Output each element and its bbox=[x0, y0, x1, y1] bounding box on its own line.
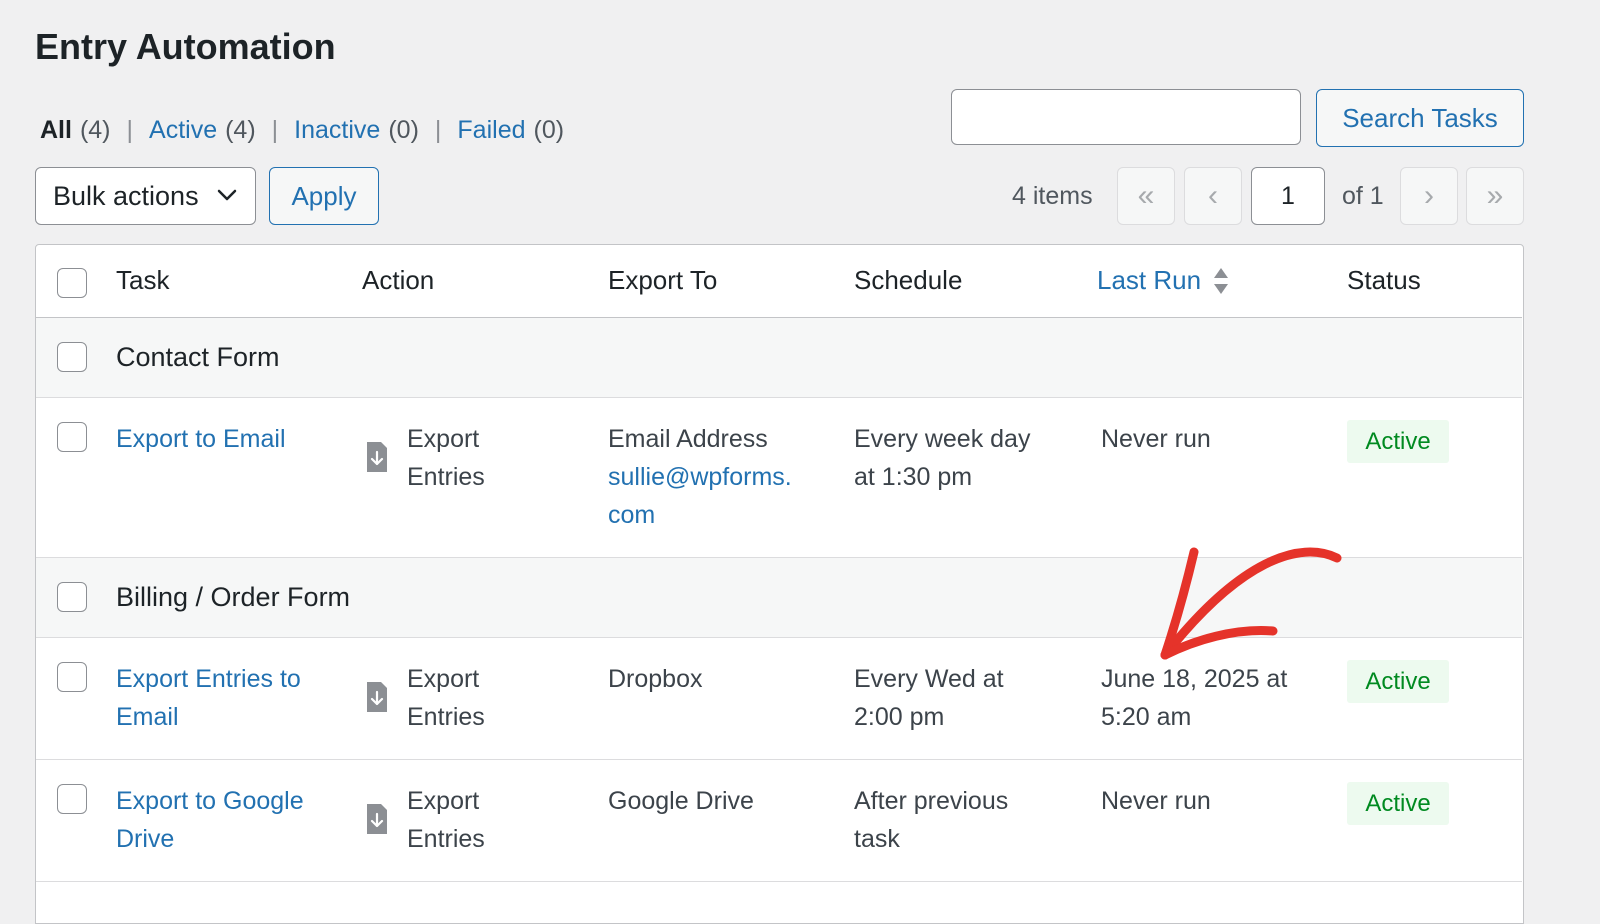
filter-failed-count: (0) bbox=[533, 116, 565, 144]
filter-all-count: (4) bbox=[79, 116, 111, 144]
column-last-run[interactable]: Last Run bbox=[1097, 265, 1229, 296]
table-row: Export to Google Drive Export Entries Go… bbox=[36, 760, 1522, 882]
apply-button[interactable]: Apply bbox=[269, 167, 379, 225]
bulk-actions-select[interactable]: Bulk actions bbox=[35, 167, 256, 225]
table-header: Task Action Export To Schedule Last Run … bbox=[36, 245, 1522, 318]
action-line: Entries bbox=[407, 825, 485, 853]
total-pages: of 1 bbox=[1342, 182, 1384, 210]
action-line: Export bbox=[407, 787, 480, 815]
row-checkbox[interactable] bbox=[57, 422, 87, 452]
document-download-icon bbox=[367, 804, 387, 834]
column-export-to: Export To bbox=[608, 265, 718, 295]
prev-page-button[interactable]: ‹ bbox=[1184, 167, 1242, 225]
last-run-line: June 18, 2025 at bbox=[1101, 665, 1288, 693]
chevron-down-icon bbox=[217, 189, 237, 201]
filter-inactive[interactable]: Inactive bbox=[294, 116, 380, 145]
document-download-icon bbox=[367, 442, 387, 472]
last-run-text: June 18, 2025 at 5:20 am bbox=[1101, 660, 1287, 736]
action-line: Entries bbox=[407, 463, 485, 491]
column-action: Action bbox=[362, 265, 435, 295]
status-badge: Active bbox=[1347, 782, 1449, 825]
column-schedule: Schedule bbox=[854, 265, 963, 295]
last-run-line: Never run bbox=[1101, 425, 1211, 453]
first-page-button[interactable]: « bbox=[1117, 167, 1175, 225]
group-checkbox[interactable] bbox=[57, 582, 87, 612]
task-link-line[interactable]: Email bbox=[116, 698, 301, 736]
schedule-line: Every week day bbox=[854, 425, 1031, 453]
current-page-input[interactable]: 1 bbox=[1251, 167, 1325, 225]
export-to-text: Google Drive bbox=[608, 787, 754, 815]
schedule-line: After previous bbox=[854, 787, 1009, 815]
page-title: Entry Automation bbox=[35, 26, 336, 67]
schedule-line: at 1:30 pm bbox=[854, 463, 973, 491]
filter-separator: | bbox=[434, 116, 442, 144]
export-to-text: Dropbox bbox=[608, 665, 703, 693]
filter-all[interactable]: All bbox=[40, 116, 72, 145]
table-row: Export to Email Export Entries Email Add… bbox=[36, 398, 1522, 558]
last-run-line: 5:20 am bbox=[1101, 703, 1192, 731]
task-link-line[interactable]: Export to Google bbox=[116, 782, 304, 820]
last-run-line: Never run bbox=[1101, 787, 1211, 815]
group-checkbox[interactable] bbox=[57, 342, 87, 372]
last-run-text: Never run bbox=[1101, 420, 1211, 458]
filter-inactive-count: (0) bbox=[388, 116, 419, 144]
task-link-line[interactable]: Export Entries to bbox=[116, 660, 301, 698]
action-text: Export Entries bbox=[407, 420, 485, 496]
schedule-line: task bbox=[854, 825, 900, 853]
column-status: Status bbox=[1347, 265, 1421, 295]
action-line: Export bbox=[407, 665, 480, 693]
filter-separator: | bbox=[126, 116, 134, 144]
action-line: Entries bbox=[407, 703, 485, 731]
document-download-icon bbox=[367, 682, 387, 712]
task-link[interactable]: Export to Google Drive bbox=[116, 782, 304, 858]
schedule-line: Every Wed at bbox=[854, 665, 1004, 693]
action-text: Export Entries bbox=[407, 660, 485, 736]
next-page-button[interactable]: › bbox=[1400, 167, 1458, 225]
schedule-text: After previous task bbox=[854, 782, 1008, 858]
task-link-line[interactable]: Drive bbox=[116, 820, 304, 858]
row-checkbox[interactable] bbox=[57, 662, 87, 692]
last-page-button[interactable]: » bbox=[1466, 167, 1524, 225]
search-tasks-button[interactable]: Search Tasks bbox=[1316, 89, 1524, 147]
status-filters: All (4) | Active (4) | Inactive (0) | Fa… bbox=[40, 116, 564, 145]
schedule-text: Every week day at 1:30 pm bbox=[854, 420, 1030, 496]
status-badge: Active bbox=[1347, 420, 1449, 463]
filter-active-count: (4) bbox=[225, 116, 256, 144]
action-text: Export Entries bbox=[407, 782, 485, 858]
filter-separator: | bbox=[271, 116, 279, 144]
group-row: Contact Form bbox=[36, 318, 1522, 398]
email-link-line[interactable]: com bbox=[608, 496, 792, 534]
table-row: Export Entries to Email Export Entries D… bbox=[36, 638, 1522, 760]
bulk-actions-label: Bulk actions bbox=[53, 180, 199, 211]
task-link[interactable]: Export to Email bbox=[116, 420, 286, 458]
export-to-text: Email Address sullie@wpforms. com bbox=[608, 420, 792, 534]
select-all-checkbox[interactable] bbox=[57, 268, 87, 298]
column-last-run-label: Last Run bbox=[1097, 265, 1202, 295]
last-run-text: Never run bbox=[1101, 782, 1211, 820]
schedule-line: 2:00 pm bbox=[854, 703, 945, 731]
schedule-text: Every Wed at 2:00 pm bbox=[854, 660, 1004, 736]
export-to-label: Email Address bbox=[608, 425, 768, 453]
filter-active[interactable]: Active bbox=[149, 116, 217, 145]
group-title: Contact Form bbox=[116, 342, 280, 372]
task-link[interactable]: Export Entries to Email bbox=[116, 660, 301, 736]
sort-arrows-icon bbox=[1214, 267, 1229, 294]
search-input[interactable] bbox=[951, 89, 1301, 145]
action-line: Export bbox=[407, 425, 480, 453]
row-checkbox[interactable] bbox=[57, 784, 87, 814]
status-badge: Active bbox=[1347, 660, 1449, 703]
filter-failed[interactable]: Failed bbox=[457, 116, 525, 145]
email-link-line[interactable]: sullie@wpforms. bbox=[608, 458, 792, 496]
group-row: Billing / Order Form bbox=[36, 558, 1522, 638]
column-task: Task bbox=[116, 265, 170, 295]
tasks-table: Task Action Export To Schedule Last Run … bbox=[35, 244, 1524, 924]
items-count: 4 items bbox=[1012, 182, 1093, 210]
group-title: Billing / Order Form bbox=[116, 582, 351, 612]
